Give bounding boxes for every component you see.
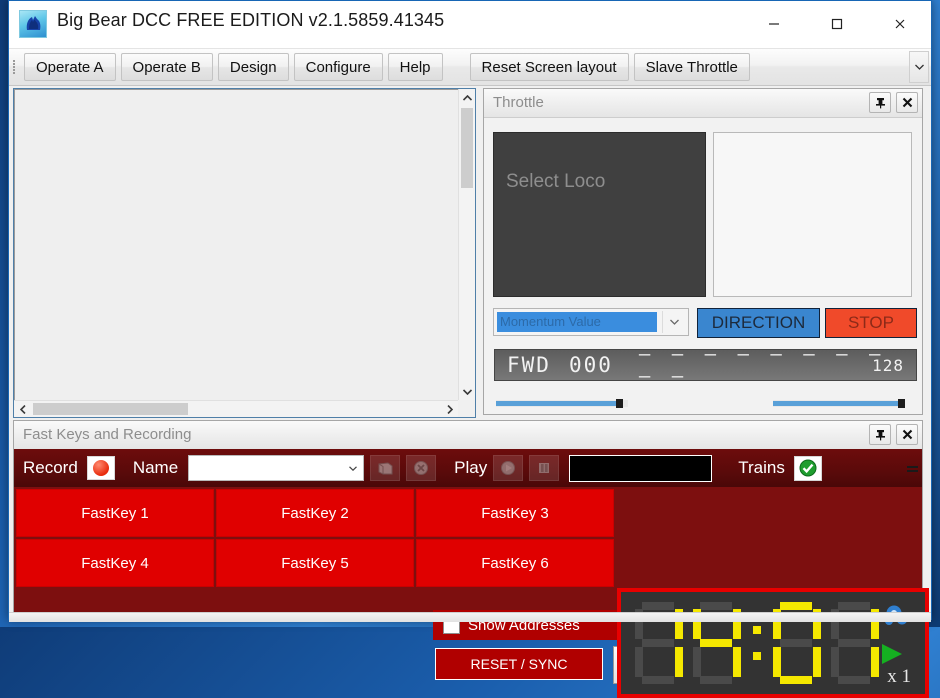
throttle-panel-body: Select Loco Momentum Value DIRECTION STO… [484, 117, 922, 414]
toolbar-button-design[interactable]: Design [217, 53, 289, 81]
vertical-scroll-thumb[interactable] [461, 108, 473, 188]
scroll-up-chevron-up-icon[interactable] [459, 89, 476, 106]
reset-sync-button[interactable]: RESET / SYNC [435, 648, 603, 680]
toolbar-grip-icon[interactable] [13, 56, 22, 78]
fast-keys-row-1: FastKey 1 FastKey 2 FastKey 3 [16, 489, 616, 537]
horizontal-scroll-thumb[interactable] [33, 403, 188, 415]
main-toolbar: Operate A Operate B Design Configure Hel… [9, 49, 931, 86]
title-bar: Big Bear DCC FREE EDITION v2.1.5859.4134… [9, 1, 931, 49]
record-label: Record [23, 458, 78, 477]
momentum-value-dropdown[interactable]: Momentum Value [493, 308, 689, 336]
play-icon[interactable] [493, 455, 524, 481]
toolbar-overflow-chevron-down-icon[interactable] [909, 51, 929, 83]
canvas-horizontal-scrollbar[interactable] [14, 400, 458, 417]
app-logo-icon [19, 10, 47, 38]
scroll-left-chevron-left-icon[interactable] [14, 401, 31, 418]
window-title: Big Bear DCC FREE EDITION v2.1.5859.4134… [57, 10, 445, 30]
fastkey-button-4[interactable]: FastKey 4 [16, 539, 214, 587]
fastkey-button-3[interactable]: FastKey 3 [416, 489, 614, 537]
pause-icon[interactable] [529, 455, 560, 481]
trains-label: Trains [738, 458, 785, 477]
toolbar-button-configure[interactable]: Configure [293, 53, 383, 81]
readout-max-steps: 128 [872, 355, 904, 375]
throttle-panel: Throttle Select Loco Momentum Value DIRE… [483, 88, 923, 415]
scrollbar-corner [458, 400, 475, 417]
fast-keys-row-2: FastKey 4 FastKey 5 FastKey 6 [16, 539, 616, 587]
readout-speed: 000 [568, 353, 613, 377]
fastkey-button-5[interactable]: FastKey 5 [216, 539, 414, 587]
throttle-close-icon[interactable] [896, 92, 918, 113]
trains-green-check-icon[interactable] [793, 455, 822, 481]
layout-canvas-surface[interactable] [14, 89, 458, 400]
status-bar [9, 612, 931, 622]
minimize-button[interactable] [742, 1, 805, 47]
fast-keys-panel-buttons [869, 424, 918, 445]
toolbar-button-help[interactable]: Help [387, 53, 443, 81]
stop-button[interactable]: STOP [825, 308, 917, 338]
workspace: Throttle Select Loco Momentum Value DIRE… [9, 86, 931, 698]
recording-display-field[interactable] [569, 454, 713, 482]
maximize-button[interactable] [805, 1, 868, 47]
momentum-value-text: Momentum Value [500, 314, 601, 329]
recording-toolbar: Record Name Play Trains [14, 449, 922, 487]
canvas-vertical-scrollbar[interactable] [458, 89, 475, 400]
fast-keys-overflow-chevron-down-double-icon[interactable] [904, 459, 920, 479]
layout-canvas-panel [13, 88, 476, 418]
toolbar-button-reset-screen-layout[interactable]: Reset Screen layout [469, 53, 629, 81]
throttle-pin-icon[interactable] [869, 92, 891, 113]
delete-x-icon[interactable] [406, 455, 437, 481]
fast-keys-pin-icon[interactable] [869, 424, 891, 445]
select-loco-box[interactable]: Select Loco [493, 132, 706, 297]
fast-clock[interactable]: x 1 [617, 588, 929, 698]
throttle-panel-buttons [869, 92, 918, 113]
application-window: Big Bear DCC FREE EDITION v2.1.5859.4134… [8, 0, 932, 698]
fast-keys-panel-title: Fast Keys and Recording [23, 426, 192, 443]
toolbar-button-slave-throttle[interactable]: Slave Throttle [633, 53, 750, 81]
scroll-down-chevron-down-icon[interactable] [459, 383, 476, 400]
fast-keys-grid: FastKey 1 FastKey 2 FastKey 3 FastKey 4 … [16, 489, 616, 615]
name-input[interactable] [188, 455, 365, 481]
momentum-value-selected: Momentum Value [497, 312, 657, 332]
slider-track-right [773, 401, 898, 406]
direction-button[interactable]: DIRECTION [697, 308, 820, 338]
window-controls [742, 1, 931, 47]
throttle-readout: FWD 000 — — — — — — — — — — 128 [494, 343, 917, 387]
fastkey-button-2[interactable]: FastKey 2 [216, 489, 414, 537]
fastkey-button-6[interactable]: FastKey 6 [416, 539, 614, 587]
scroll-right-chevron-right-icon[interactable] [441, 401, 458, 418]
throttle-panel-header: Throttle [484, 89, 922, 118]
slider-knob-right[interactable] [898, 399, 905, 408]
clock-multiplier: x 1 [887, 666, 911, 687]
play-label: Play [454, 458, 488, 477]
fast-keys-panel-header: Fast Keys and Recording [14, 421, 922, 450]
throttle-slider-right[interactable] [773, 399, 905, 408]
readout-direction: FWD [507, 353, 551, 377]
throttle-slider-left[interactable] [496, 399, 628, 408]
toolbar-button-operate-a[interactable]: Operate A [24, 53, 116, 81]
slider-knob-left[interactable] [616, 399, 623, 408]
slider-track-left [496, 401, 616, 406]
toolbar-button-operate-b[interactable]: Operate B [120, 53, 213, 81]
fast-keys-close-icon[interactable] [896, 424, 918, 445]
record-dot-icon[interactable] [86, 456, 115, 480]
loco-list-box[interactable] [713, 132, 912, 297]
name-chevron-down-icon[interactable] [345, 459, 361, 477]
throttle-panel-title: Throttle [493, 94, 544, 111]
fastkey-button-1[interactable]: FastKey 1 [16, 489, 214, 537]
select-loco-label: Select Loco [506, 171, 606, 192]
close-button[interactable] [868, 1, 931, 47]
save-icon[interactable] [370, 455, 401, 481]
momentum-chevron-down-icon[interactable] [662, 311, 686, 333]
name-label: Name [132, 458, 179, 477]
